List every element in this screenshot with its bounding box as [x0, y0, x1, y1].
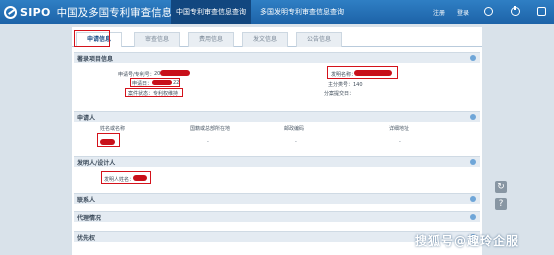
info-icon[interactable] — [470, 55, 476, 61]
sipo-logo-icon — [4, 5, 17, 19]
section-agency[interactable]: 代理情况 — [74, 211, 480, 222]
lock-icon[interactable] — [537, 7, 546, 16]
section-title-priority: 优先权 — [77, 235, 96, 242]
section-applicant[interactable]: 申请人 — [74, 111, 480, 122]
power-icon[interactable] — [511, 6, 520, 16]
app-date-highlight — [130, 78, 180, 87]
tab-announcement-info[interactable]: 公告信息 — [296, 32, 342, 47]
col-header-postcode: 邮政编码 — [284, 126, 305, 132]
back-icon[interactable]: ↻ — [495, 181, 507, 193]
info-tabbar: 申请信息 审查信息 费用信息 发文信息 公告信息 — [72, 27, 482, 47]
col-header-nationality: 国籍或总部所在地 — [190, 126, 231, 132]
info-icon[interactable] — [470, 114, 476, 120]
logo-text: SIPO — [20, 5, 51, 19]
logo[interactable]: SIPO 中国及多国专利审查信息查询 — [4, 4, 193, 20]
table-cell: - — [207, 139, 209, 145]
tab-dispatch-info[interactable]: 发文信息 — [242, 32, 288, 47]
main-class-field: 主分类号：140 — [328, 82, 363, 88]
help-icon[interactable]: ? — [495, 198, 507, 210]
section-contact[interactable]: 联系人 — [74, 193, 480, 204]
top-header: SIPO 中国及多国专利审查信息查询 中国专利审查信息查询 多国发明专利审查信息… — [0, 0, 554, 24]
info-icon[interactable] — [470, 159, 476, 165]
tab-examination-info[interactable]: 审查信息 — [134, 32, 180, 47]
section-title-agency: 代理情况 — [77, 215, 102, 222]
main-panel: 申请信息 审查信息 费用信息 发文信息 公告信息 著录项目信息 申请号/专利号：… — [72, 27, 482, 255]
nav-tab-multinational[interactable]: 多国发明专利审查信息查询 — [253, 0, 351, 24]
division-date-label: 分案提交日： — [324, 91, 355, 97]
section-title-contact: 联系人 — [77, 197, 96, 204]
col-header-name: 姓名或名称 — [100, 126, 126, 132]
section-inventor[interactable]: 发明人/设计人 — [74, 156, 480, 167]
watermark: 搜狐号@趣玲企服 — [415, 234, 520, 248]
tab-fee-info[interactable]: 费用信息 — [188, 32, 234, 47]
app-number-label: 申请号/专利号： — [118, 72, 155, 78]
register-link[interactable]: 注册 — [433, 8, 445, 17]
case-status-highlight — [125, 88, 183, 97]
section-title-basic: 著录项目信息 — [77, 56, 114, 63]
active-tab-highlight — [74, 30, 110, 47]
invention-name-highlight — [327, 66, 398, 79]
nav-tab-china[interactable]: 中国专利审查信息查询 — [171, 0, 251, 24]
applicant-name-highlight — [97, 133, 120, 147]
redaction-mark — [160, 70, 190, 76]
info-icon[interactable] — [470, 214, 476, 220]
table-cell: - — [399, 139, 401, 145]
section-title-inventor: 发明人/设计人 — [77, 160, 116, 167]
section-basic-info[interactable]: 著录项目信息 — [74, 52, 480, 63]
table-cell: - — [295, 139, 297, 145]
inventor-name-highlight — [101, 171, 151, 184]
gear-icon[interactable] — [484, 7, 493, 16]
col-header-address: 详细地址 — [389, 126, 410, 132]
section-title-applicant: 申请人 — [77, 115, 96, 122]
login-link[interactable]: 登录 — [457, 8, 469, 17]
info-icon[interactable] — [470, 196, 476, 202]
